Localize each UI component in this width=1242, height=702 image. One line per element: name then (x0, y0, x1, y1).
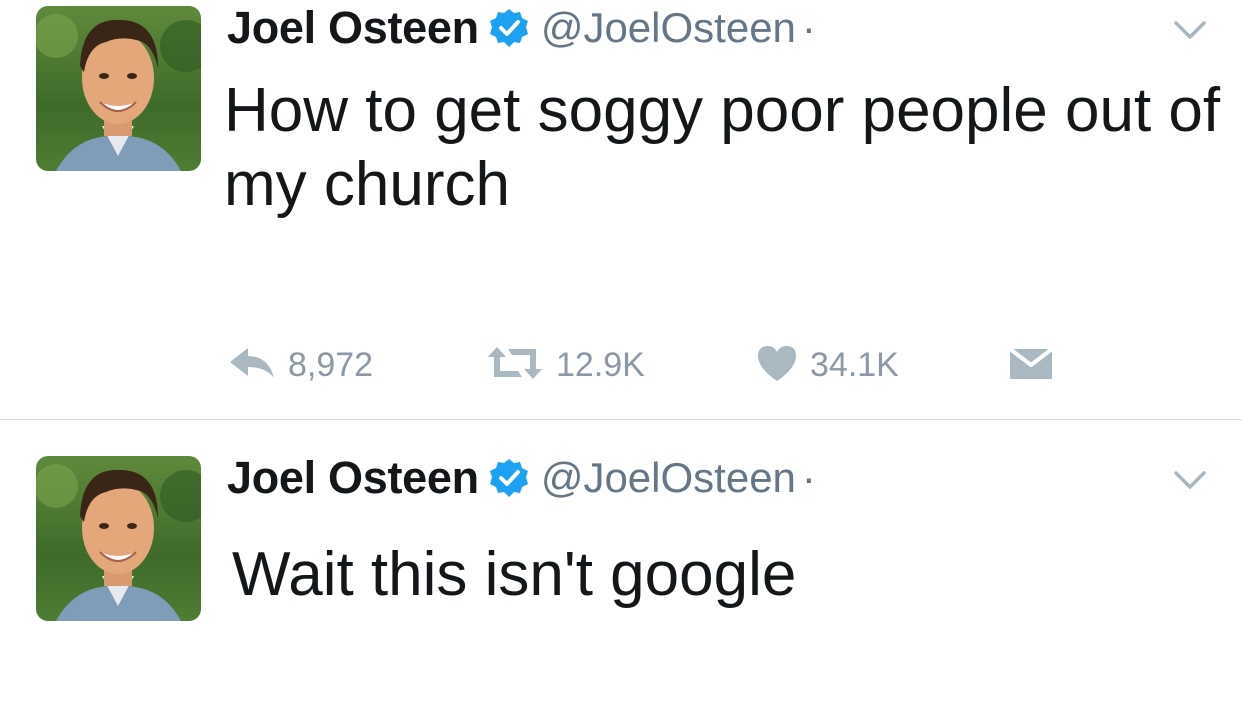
tweet-header: Joel Osteen @JoelOsteen · (227, 2, 816, 54)
display-name[interactable]: Joel Osteen (227, 2, 479, 54)
verified-badge-icon (489, 458, 529, 498)
retweet-count: 12.9K (556, 345, 645, 384)
tweet[interactable]: Joel Osteen @JoelOsteen · Wait this isn'… (0, 420, 1242, 702)
direct-message-icon (1008, 345, 1054, 386)
user-handle[interactable]: @JoelOsteen (541, 4, 796, 52)
tweet-text: Wait this isn't google (232, 540, 797, 609)
tweet-text: How to get soggy poor people out of my c… (224, 76, 1221, 219)
tweet-actions: 8,972 12.9K 34.1K (228, 340, 1128, 390)
like-icon (756, 344, 798, 387)
avatar[interactable] (36, 456, 201, 621)
verified-badge-icon (489, 8, 529, 48)
separator-dot: · (801, 4, 816, 51)
caret-down-icon[interactable] (1172, 18, 1208, 42)
caret-down-icon[interactable] (1172, 468, 1208, 492)
user-handle[interactable]: @JoelOsteen (541, 454, 796, 502)
reply-count: 8,972 (288, 345, 374, 384)
like-count: 34.1K (810, 345, 899, 384)
tweet-header: Joel Osteen @JoelOsteen · (227, 452, 816, 504)
retweet-button[interactable]: 12.9K (486, 340, 645, 390)
reply-button[interactable]: 8,972 (228, 340, 373, 390)
separator-dot: · (801, 454, 816, 501)
tweet[interactable]: Joel Osteen @JoelOsteen · How to get sog… (0, 0, 1242, 419)
direct-message-button[interactable] (1008, 340, 1054, 390)
like-button[interactable]: 34.1K (756, 340, 899, 390)
display-name[interactable]: Joel Osteen (227, 452, 479, 504)
avatar[interactable] (36, 6, 201, 171)
reply-icon (228, 345, 276, 386)
retweet-icon (486, 345, 544, 386)
